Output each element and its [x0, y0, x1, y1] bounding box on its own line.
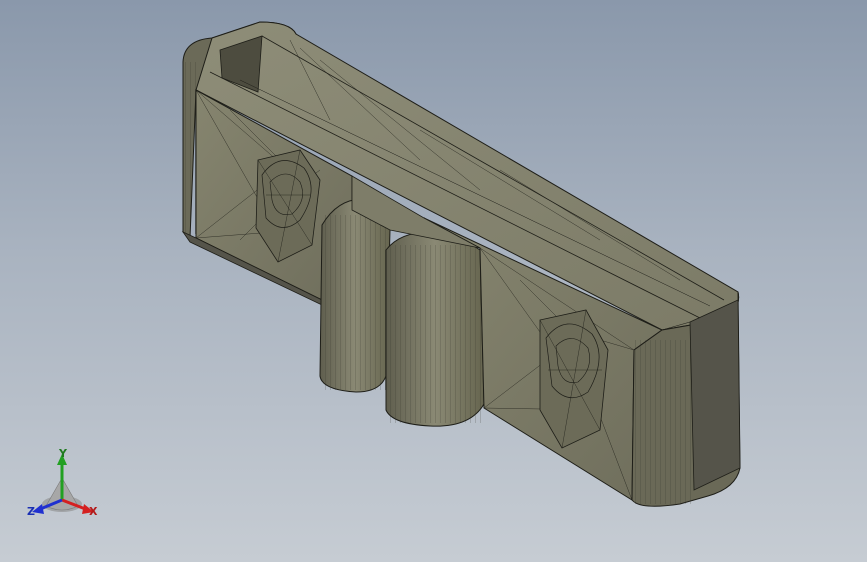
- cad-graphics-viewport[interactable]: Y X Z: [0, 0, 867, 562]
- right-prong: [385, 231, 485, 427]
- part-model[interactable]: [0, 0, 867, 562]
- orientation-triad[interactable]: Y X Z: [24, 448, 104, 522]
- triad-y-label: Y: [59, 447, 67, 460]
- left-prong: [319, 198, 391, 393]
- triad-z-label: Z: [27, 505, 35, 518]
- triad-x-label: X: [89, 505, 98, 518]
